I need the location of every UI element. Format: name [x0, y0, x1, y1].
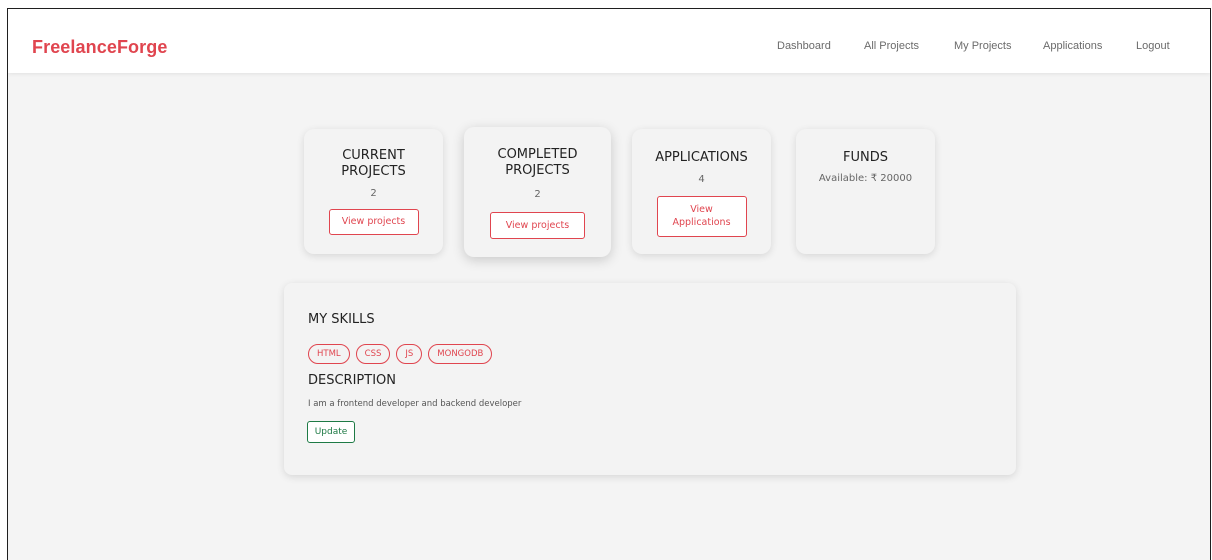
- completed-projects-title: COMPLETED PROJECTS: [497, 147, 578, 178]
- nav-all-projects[interactable]: All Projects: [864, 40, 919, 52]
- brand-logo[interactable]: FreelanceForge: [32, 37, 167, 58]
- nav-my-projects[interactable]: My Projects: [954, 40, 1011, 52]
- funds-card: FUNDS Available: ₹ 20000: [796, 129, 935, 254]
- view-current-projects-button[interactable]: View projects: [328, 209, 419, 235]
- skill-tag: MONGODB: [428, 344, 493, 364]
- current-projects-count: 2: [370, 188, 377, 199]
- nav-dashboard[interactable]: Dashboard: [777, 40, 831, 52]
- skill-tag: JS: [396, 344, 423, 364]
- view-applications-button[interactable]: View Applications: [656, 196, 747, 237]
- skills-list: HTML CSS JS MONGODB: [308, 341, 498, 364]
- skill-tag: HTML: [308, 344, 350, 364]
- description-text: I am a frontend developer and backend de…: [308, 399, 522, 409]
- current-projects-title: CURRENT PROJECTS: [341, 148, 406, 179]
- description-heading: DESCRIPTION: [308, 373, 396, 388]
- nav-logout[interactable]: Logout: [1136, 40, 1170, 52]
- applications-title: APPLICATIONS: [655, 150, 748, 165]
- completed-projects-count: 2: [534, 189, 541, 200]
- app-window: FreelanceForge Dashboard All Projects My…: [7, 8, 1211, 560]
- funds-title: FUNDS: [843, 150, 888, 165]
- current-projects-card: CURRENT PROJECTS 2 View projects: [304, 129, 443, 254]
- update-button[interactable]: Update: [307, 421, 355, 443]
- profile-panel: MY SKILLS HTML CSS JS MONGODB DESCRIPTION I…: [284, 283, 1016, 475]
- view-completed-projects-button[interactable]: View projects: [490, 212, 585, 239]
- applications-card: APPLICATIONS 4 View Applications: [632, 129, 771, 254]
- navbar: FreelanceForge Dashboard All Projects My…: [8, 9, 1210, 73]
- applications-count: 4: [698, 174, 705, 185]
- funds-available: Available: ₹ 20000: [818, 173, 913, 184]
- skill-tag: CSS: [355, 344, 391, 364]
- skills-heading: MY SKILLS: [308, 312, 375, 327]
- nav-applications[interactable]: Applications: [1043, 40, 1102, 52]
- completed-projects-card: COMPLETED PROJECTS 2 View projects: [464, 127, 611, 257]
